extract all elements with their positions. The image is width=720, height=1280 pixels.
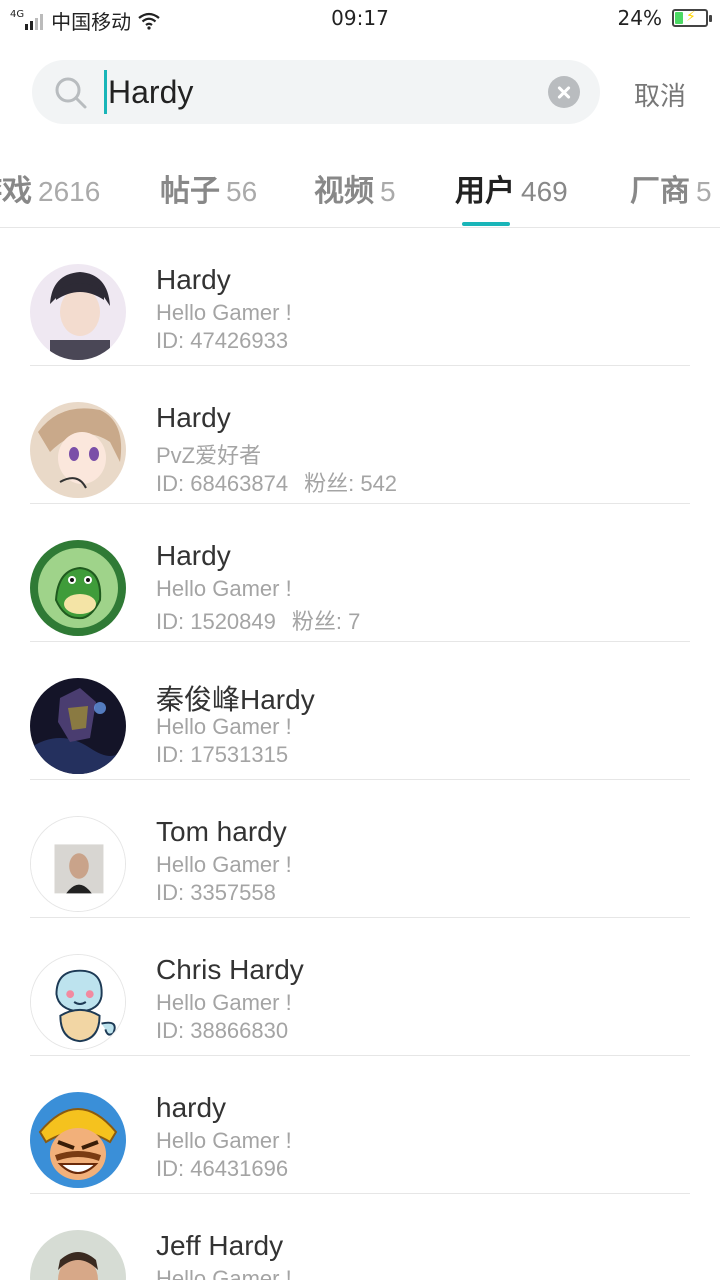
avatar [30, 540, 126, 636]
tab-label: 厂商 [630, 174, 690, 209]
tab-label: 游戏 [0, 174, 32, 209]
status-right: 24% ⚡ [617, 6, 712, 30]
user-meta: ID: 1520849 粉丝: 7 [156, 604, 360, 636]
user-bio: Hello Gamer ! [156, 852, 292, 877]
user-name: Hardy [156, 540, 231, 571]
user-name: Chris Hardy [156, 954, 304, 985]
category-tabs: 游戏2616 帖子56 视频5 用户469 厂商5 [0, 150, 720, 228]
user-id: ID: 38866830 [156, 1018, 289, 1043]
tab-label: 用户 [455, 174, 515, 209]
search-input[interactable] [108, 70, 538, 114]
tab-count: 469 [521, 176, 568, 207]
user-name: Jeff Hardy [156, 1230, 284, 1261]
tab-vendors[interactable]: 厂商 5 [630, 166, 712, 210]
user-meta: ID: 47426933 [156, 328, 288, 354]
avatar [30, 816, 126, 912]
avatar [30, 678, 126, 774]
user-bio: Hello Gamer ! [156, 714, 292, 739]
avatar [30, 1092, 126, 1188]
user-id: ID: 68463874 [156, 471, 289, 496]
user-fans: 粉丝: 542 [304, 471, 398, 496]
active-tab-indicator [462, 222, 510, 226]
avatar [30, 402, 126, 498]
list-item[interactable]: Hardy Hello Gamer ! ID: 1520849 粉丝: 7 [0, 504, 720, 642]
user-id: ID: 17531315 [156, 742, 289, 767]
avatar [30, 1230, 126, 1280]
tab-videos[interactable]: 视频 5 [314, 166, 396, 210]
tab-users[interactable]: 用户 469 [455, 166, 568, 210]
user-meta: ID: 38866830 [156, 1018, 288, 1044]
list-item[interactable]: Chris Hardy Hello Gamer ! ID: 38866830 [0, 918, 720, 1056]
user-id: ID: 46431696 [156, 1156, 289, 1181]
tab-posts[interactable]: 帖子 56 [160, 166, 257, 210]
text-caret [104, 70, 107, 114]
battery-level [675, 12, 683, 24]
list-item[interactable]: hardy Hello Gamer ! ID: 46431696 [0, 1056, 720, 1194]
user-fans: 粉丝: 7 [291, 609, 361, 634]
user-name: Hardy [156, 264, 231, 295]
clear-search-button[interactable] [548, 76, 580, 108]
list-item[interactable]: Tom hardy Hello Gamer ! ID: 3357558 [0, 780, 720, 918]
tab-count: 5 [696, 176, 712, 207]
user-name: 秦俊峰Hardy [156, 684, 315, 715]
user-bio: Hello Gamer ! [156, 990, 292, 1015]
list-item[interactable]: Hardy PvZ爱好者 ID: 68463874 粉丝: 542 [0, 366, 720, 504]
battery-percent: 24% [617, 6, 662, 30]
user-meta: ID: 68463874 粉丝: 542 [156, 466, 397, 498]
user-id: ID: 1520849 [156, 609, 276, 634]
list-item[interactable]: 秦俊峰Hardy Hello Gamer ! ID: 17531315 [0, 642, 720, 780]
user-id: ID: 47426933 [156, 328, 289, 353]
tab-count: 5 [380, 176, 396, 207]
user-bio: Hello Gamer ! [156, 576, 292, 601]
list-item[interactable]: Jeff Hardy Hello Gamer ! [0, 1194, 720, 1280]
charging-icon: ⚡ [686, 9, 696, 25]
battery-icon: ⚡ [672, 9, 712, 27]
tab-label: 视频 [314, 174, 374, 209]
user-meta: ID: 46431696 [156, 1156, 288, 1182]
search-icon [55, 77, 87, 109]
user-meta: ID: 3357558 [156, 880, 276, 906]
search-bar [32, 60, 600, 124]
user-name: Hardy [156, 402, 231, 433]
user-bio: Hello Gamer ! [156, 1128, 292, 1153]
user-bio: Hello Gamer ! [156, 1266, 292, 1280]
tab-games[interactable]: 游戏2616 [0, 166, 100, 210]
avatar [30, 954, 126, 1050]
user-list: Hardy Hello Gamer ! ID: 47426933 Hardy P… [0, 228, 720, 1280]
user-name: hardy [156, 1092, 227, 1123]
tab-label: 帖子 [160, 174, 220, 209]
list-item[interactable]: Hardy Hello Gamer ! ID: 47426933 [0, 228, 720, 366]
avatar [30, 264, 126, 360]
user-bio: Hello Gamer ! [156, 300, 292, 325]
user-meta: ID: 17531315 [156, 742, 288, 768]
user-name: Tom hardy [156, 816, 287, 847]
clock: 09:17 [331, 6, 389, 30]
user-id: ID: 3357558 [156, 880, 276, 905]
tab-count: 2616 [38, 176, 101, 207]
status-bar: 4G 中国移动 09:17 24% ⚡ [0, 0, 720, 38]
cancel-button[interactable]: 取消 [634, 76, 686, 113]
tab-count: 56 [226, 176, 258, 207]
